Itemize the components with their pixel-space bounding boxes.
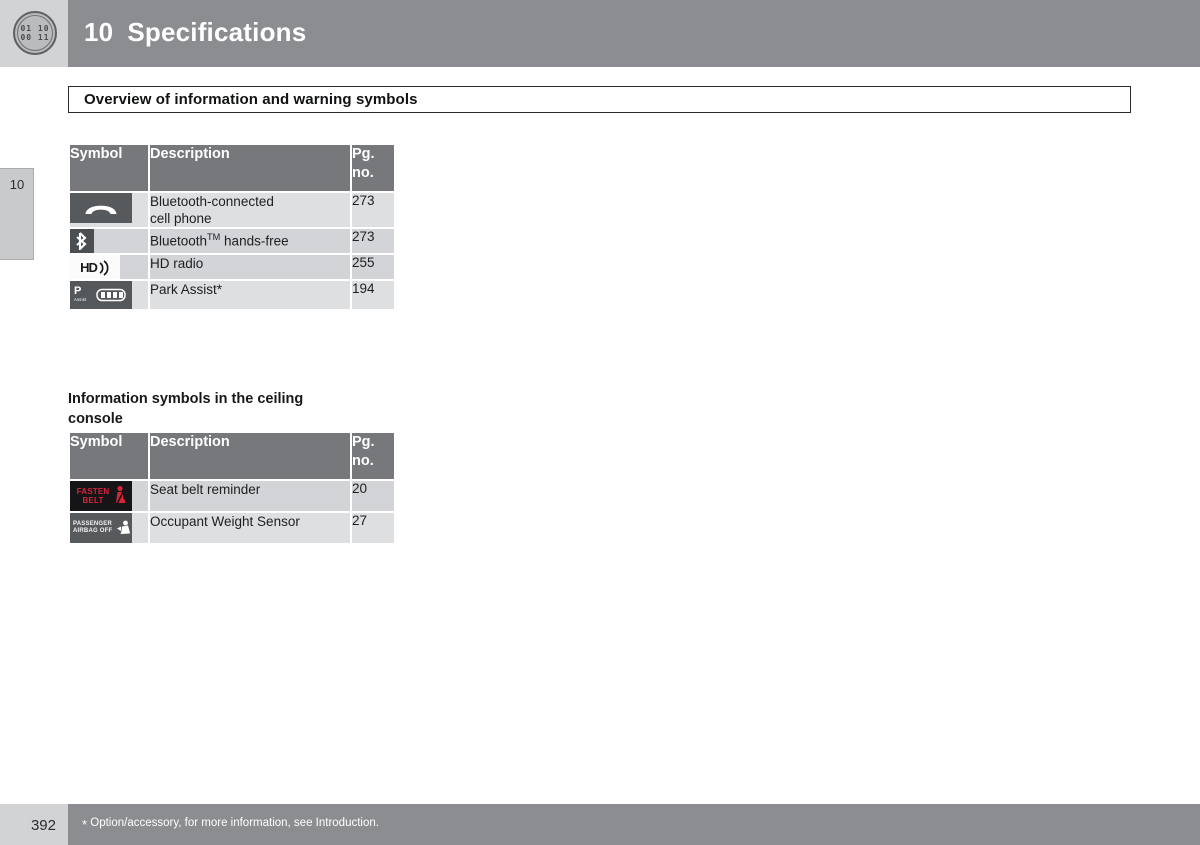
chapter-side-tab-label: 10: [9, 177, 25, 192]
table-row: PASSENGER AIRBAG OFF Occupant Weight Sen…: [70, 513, 394, 543]
description-cell: Seat belt reminder: [150, 481, 350, 511]
fasten-seat-belt-line-1: FASTEN: [76, 486, 110, 496]
symbol-cell: FASTEN BELT: [70, 481, 148, 511]
symbol-cell: P Assist: [70, 281, 148, 309]
description-cell: Occupant Weight Sensor: [150, 513, 350, 543]
footer-page-number: 392: [30, 817, 56, 834]
column-header-symbol: Symbol: [70, 433, 148, 479]
subsection-title-line-1: Information symbols in the ceiling: [68, 391, 304, 407]
table-row: HD HD radio 255: [70, 255, 394, 279]
table-header-row: Symbol Description Pg. no.: [70, 433, 394, 479]
description-line-2: cell phone: [150, 211, 212, 226]
page-title-text: Specifications: [127, 17, 307, 47]
bluetooth-phone-icon: [70, 193, 132, 223]
passenger-airbag-off-icon: PASSENGER AIRBAG OFF: [70, 513, 132, 543]
page-number-cell: 194: [352, 281, 394, 309]
bluetooth-rune-shape: [76, 232, 87, 250]
column-header-page-line-2: no.: [352, 165, 374, 181]
page-number-cell: 255: [352, 255, 394, 279]
description-cell: BluetoothTM hands-free: [150, 229, 350, 253]
column-header-page-line-1: Pg.: [352, 146, 375, 162]
page-number-cell: 273: [352, 193, 394, 227]
warning-symbols-table: Symbol Description Pg. no. Bluetooth-con…: [68, 143, 396, 311]
table-row: FASTEN BELT Seat belt reminder 20: [70, 481, 394, 511]
subsection-title-line-2: console: [68, 411, 123, 427]
hd-radio-wave-shape: [99, 259, 109, 276]
table-header-row: Symbol Description Pg. no.: [70, 145, 394, 191]
page-number-cell: 273: [352, 229, 394, 253]
passenger-airbag-off-line-1: PASSENGER: [73, 520, 113, 527]
park-assist-icon: P Assist: [70, 281, 132, 309]
column-header-symbol: Symbol: [70, 145, 148, 191]
column-header-description: Description: [150, 145, 350, 191]
table-row: BluetoothTM hands-free 273: [70, 229, 394, 253]
park-assist-p-letter: P: [74, 285, 82, 297]
section-title-box: Overview of information and warning symb…: [68, 86, 1131, 113]
page-number-cell: 20: [352, 481, 394, 511]
occupant-airbag-figure-shape: [117, 520, 130, 534]
passenger-airbag-off-line-2: AIRBAG OFF: [73, 528, 113, 534]
description-line-1: Bluetooth-connected: [150, 194, 274, 209]
chapter-badge-line-2: 00 11: [20, 33, 50, 42]
phone-handset-shape: [85, 205, 117, 214]
chapter-badge-inner: 01 10 00 11: [17, 15, 53, 51]
ceiling-console-symbols-table: Symbol Description Pg. no. FASTEN BELT S…: [68, 431, 396, 545]
fasten-seat-belt-icon: FASTEN BELT: [70, 481, 132, 511]
table-row: P Assist Park Assist* 194: [70, 281, 394, 309]
table-row: Bluetooth-connected cell phone 273: [70, 193, 394, 227]
column-header-page-line-1: Pg.: [352, 434, 375, 450]
fasten-seat-belt-text: FASTEN BELT: [74, 487, 112, 506]
seated-person-belt-shape: [116, 485, 125, 505]
park-assist-subtext: Assist: [74, 297, 87, 302]
section-title-text: Overview of information and warning symb…: [84, 91, 418, 108]
symbol-cell: HD: [70, 255, 148, 279]
column-header-page-number: Pg. no.: [352, 433, 394, 479]
column-header-page-number: Pg. no.: [352, 145, 394, 191]
passenger-airbag-off-text: PASSENGER AIRBAG OFF: [73, 521, 115, 536]
footnote-asterisk: *: [82, 817, 88, 832]
fasten-seat-belt-line-2: BELT: [82, 496, 104, 505]
hd-radio-text: HD: [80, 259, 98, 275]
page-number-cell: 27: [352, 513, 394, 543]
column-header-page-line-2: no.: [352, 453, 374, 469]
description-cell: Bluetooth-connected cell phone: [150, 193, 350, 227]
park-assist-car-shape: [96, 288, 126, 302]
subsection-title: Information symbols in the ceiling conso…: [68, 389, 358, 429]
page-title-chapter-number: 10: [84, 17, 114, 47]
column-header-description: Description: [150, 433, 350, 479]
park-assist-label: P Assist: [74, 286, 94, 304]
footnote-text: Option/accessory, for more information, …: [90, 817, 379, 829]
symbol-cell: [70, 229, 148, 253]
description-suffix: hands-free: [220, 233, 289, 249]
chapter-badge-line-1: 01 10: [20, 24, 50, 33]
bluetooth-icon: [70, 229, 94, 253]
chapter-badge-icon: 01 10 00 11: [13, 11, 57, 55]
page-title: 10 Specifications: [84, 17, 306, 48]
symbol-cell: [70, 193, 148, 227]
trademark-superscript: TM: [207, 232, 221, 242]
footer-footnote: * Option/accessory, for more information…: [82, 817, 379, 832]
chapter-side-tab[interactable]: 10: [0, 168, 34, 260]
hd-radio-icon: HD: [70, 255, 120, 279]
symbol-cell: PASSENGER AIRBAG OFF: [70, 513, 148, 543]
description-cell: Park Assist*: [150, 281, 350, 309]
description-prefix: Bluetooth: [150, 233, 208, 249]
description-cell: HD radio: [150, 255, 350, 279]
